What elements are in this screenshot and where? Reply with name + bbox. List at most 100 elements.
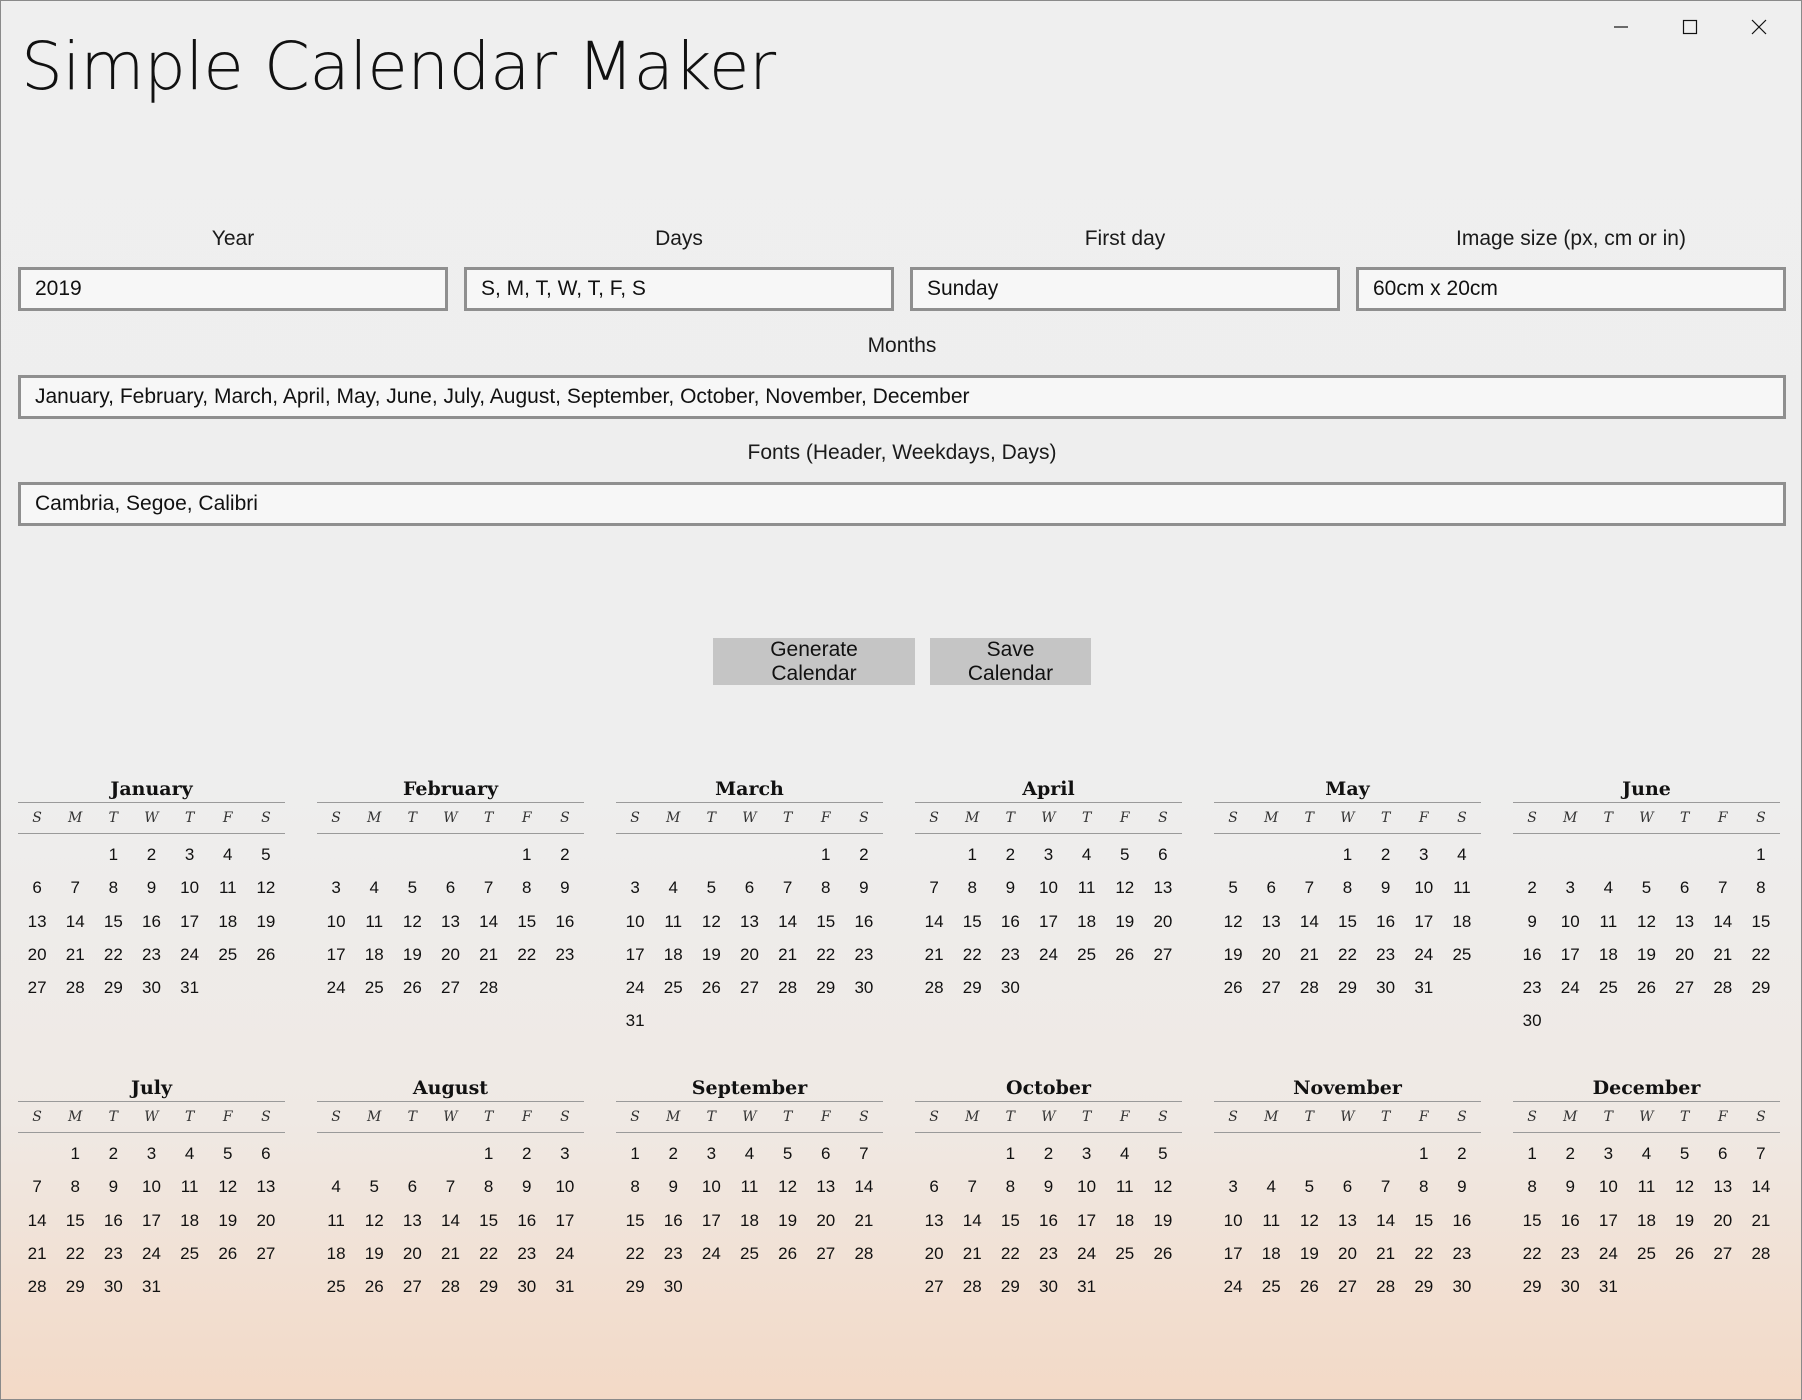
weekday-label: W xyxy=(1041,1109,1056,1125)
weekday-label: S xyxy=(1527,1109,1537,1125)
weekday-label: W xyxy=(1041,810,1056,826)
day-number: 5 xyxy=(1120,845,1130,864)
day-number: 14 xyxy=(854,1177,874,1197)
day-number: 28 xyxy=(778,978,798,998)
weekday-header: SMTWTFS xyxy=(18,802,285,834)
generate-calendar-button[interactable]: Generate Calendar xyxy=(713,638,915,685)
day-grid: 1 2 3 4 5 6 7 8 9 10 11 12 13 14 15 16 17 18 19 20 21 22 23 24 2… xyxy=(1513,1137,1780,1303)
weekday-label: S xyxy=(1228,810,1238,826)
empty-day-cell xyxy=(1252,838,1290,871)
day-number: 18 xyxy=(180,1210,200,1230)
close-button[interactable] xyxy=(1724,9,1793,45)
day-number: 12 xyxy=(1675,1177,1695,1197)
day-number: 5 xyxy=(1641,878,1652,898)
day-number: 28 xyxy=(479,978,499,998)
maximize-button[interactable] xyxy=(1655,9,1724,45)
weekday-label: F xyxy=(521,810,532,826)
day-number: 27 xyxy=(441,978,460,998)
day-number: 9 xyxy=(1457,1177,1467,1197)
empty-day-cell xyxy=(1551,838,1589,871)
months-label: Months xyxy=(867,334,937,357)
weekday-label: T xyxy=(1081,810,1092,826)
year-input[interactable] xyxy=(18,267,448,311)
weekday-label: M xyxy=(965,1109,980,1125)
day-number: 25 xyxy=(364,978,384,998)
day-number: 5 xyxy=(369,1177,379,1197)
day-number: 5 xyxy=(223,1144,233,1163)
day-number: 30 xyxy=(663,1277,683,1297)
month-name: January xyxy=(110,778,193,800)
image-size-input[interactable] xyxy=(1356,267,1786,311)
day-number: 23 xyxy=(1039,1243,1058,1263)
day-number: 16 xyxy=(555,911,575,931)
day-number: 19 xyxy=(218,1210,238,1230)
day-number: 10 xyxy=(180,878,200,898)
day-number: 8 xyxy=(483,1177,494,1197)
day-number: 22 xyxy=(1751,944,1771,964)
day-number: 7 xyxy=(1304,878,1315,898)
day-number: 1 xyxy=(1005,1144,1016,1163)
day-number: 31 xyxy=(1414,978,1434,998)
weekday-header: SMTWTFS xyxy=(1214,1101,1481,1133)
day-number: 3 xyxy=(1228,1177,1238,1197)
day-number: 15 xyxy=(517,911,537,931)
days-input[interactable] xyxy=(464,267,894,311)
month-name: September xyxy=(691,1077,808,1099)
minimize-button[interactable] xyxy=(1586,9,1655,45)
day-number: 9 xyxy=(560,878,570,898)
day-number: 13 xyxy=(1153,878,1173,898)
day-number: 10 xyxy=(1223,1210,1243,1230)
weekday-label: W xyxy=(144,810,159,826)
month-name: June xyxy=(1622,778,1671,800)
day-number: 29 xyxy=(1000,1277,1020,1297)
empty-day-cell xyxy=(915,838,953,871)
day-number: 24 xyxy=(555,1243,575,1263)
day-number: 13 xyxy=(1713,1177,1733,1197)
month-august: August S M T W T F S 1 2 3 4 5 6 7 8 9 10 11 12 13 14 15 16 17 18… xyxy=(317,1075,584,1303)
day-number: 18 xyxy=(1115,1210,1135,1230)
day-number: 14 xyxy=(1376,1210,1396,1230)
fonts-label: Fonts (Header, Weekdays, Days) xyxy=(747,441,1057,464)
day-number: 22 xyxy=(1000,1243,1020,1263)
weekday-label: S xyxy=(630,1109,640,1125)
day-number: 13 xyxy=(1675,911,1695,931)
empty-day-cell xyxy=(692,838,730,871)
day-number: 14 xyxy=(924,911,944,931)
weekday-label: F xyxy=(820,1109,831,1125)
day-number: 6 xyxy=(407,1177,418,1197)
day-number: 10 xyxy=(1077,1177,1097,1197)
fonts-input[interactable] xyxy=(18,482,1786,526)
day-number: 28 xyxy=(27,1277,47,1297)
day-number: 17 xyxy=(326,944,346,964)
day-number: 21 xyxy=(441,1243,460,1263)
weekday-label: M xyxy=(68,1109,83,1125)
months-input[interactable] xyxy=(18,375,1786,419)
day-number: 8 xyxy=(821,878,831,898)
day-number: 10 xyxy=(1560,911,1580,931)
day-number: 11 xyxy=(1637,1177,1656,1197)
empty-day-cell xyxy=(1704,838,1742,871)
day-number: 16 xyxy=(1452,1210,1472,1230)
save-calendar-button[interactable]: Save Calendar xyxy=(930,638,1091,685)
day-number: 1 xyxy=(108,845,119,864)
weekday-label: W xyxy=(144,1109,159,1125)
day-number: 28 xyxy=(924,978,944,998)
first-day-input[interactable] xyxy=(910,267,1340,311)
weekday-label: T xyxy=(108,810,119,826)
day-number: 31 xyxy=(180,978,200,998)
day-number: 30 xyxy=(1376,978,1396,998)
day-number: 18 xyxy=(663,944,683,964)
day-number: 5 xyxy=(1304,1177,1315,1197)
day-number: 12 xyxy=(1223,911,1243,931)
day-number: 2 xyxy=(859,845,869,864)
day-number: 14 xyxy=(441,1210,460,1230)
day-number: 11 xyxy=(1077,878,1096,898)
day-number: 9 xyxy=(668,1177,678,1197)
day-number: 4 xyxy=(331,1177,341,1197)
day-number: 9 xyxy=(146,878,157,898)
weekday-label: F xyxy=(521,1109,532,1125)
day-number: 27 xyxy=(924,1277,944,1297)
day-number: 26 xyxy=(256,944,276,964)
day-number: 24 xyxy=(625,978,645,998)
day-number: 25 xyxy=(1637,1243,1656,1263)
